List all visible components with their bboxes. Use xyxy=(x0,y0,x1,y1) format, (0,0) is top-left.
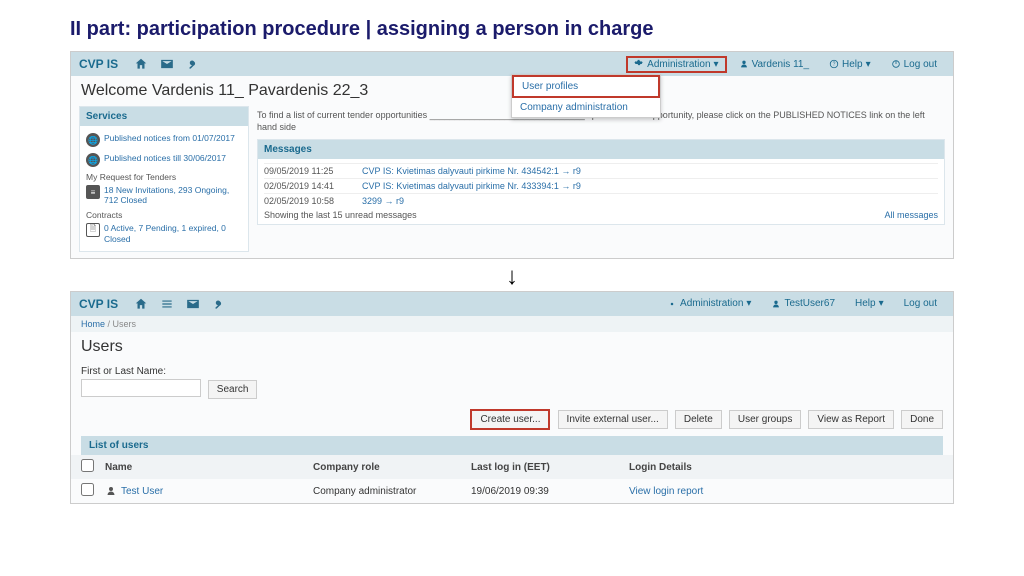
help-link[interactable]: Help▾ xyxy=(847,296,892,311)
request-tenders-heading: My Request for Tenders xyxy=(86,172,242,182)
message-row[interactable]: 02/05/2019 10:583299 → r9 xyxy=(264,193,938,208)
all-messages-link[interactable]: All messages xyxy=(884,210,938,220)
user-link[interactable]: Vardenis 11_ xyxy=(731,57,817,72)
svg-text:?: ? xyxy=(833,62,836,68)
message-row[interactable]: 09/05/2019 11:25CVP IS: Kvietimas dalyva… xyxy=(264,163,938,178)
search-input[interactable] xyxy=(81,379,201,397)
invite-external-user-button[interactable]: Invite external user... xyxy=(558,410,668,429)
logout-link[interactable]: Log out xyxy=(896,296,945,311)
search-button[interactable]: Search xyxy=(208,380,258,399)
published-notices-link-1[interactable]: Published notices from 01/07/2017 xyxy=(104,133,235,143)
brand-logo: CVP IS xyxy=(79,57,126,71)
key-icon[interactable] xyxy=(182,55,204,73)
mail-icon[interactable] xyxy=(156,55,178,73)
delete-button[interactable]: Delete xyxy=(675,410,722,429)
action-buttons: Create user... Invite external user... D… xyxy=(71,403,953,436)
published-notices-link-2[interactable]: Published notices till 30/06/2017 xyxy=(104,153,226,163)
arrow-down-icon: ↓ xyxy=(70,263,954,291)
app-screenshot-2: CVP IS Administration▾ TestUser67 Help▾ … xyxy=(70,291,954,505)
contracts-link[interactable]: 0 Active, 7 Pending, 1 expired, 0 Closed xyxy=(104,223,242,243)
list-of-users-title: List of users xyxy=(81,436,943,455)
search-area: First or Last Name: Search xyxy=(71,362,953,404)
message-row[interactable]: 02/05/2019 14:41CVP IS: Kvietimas dalyva… xyxy=(264,178,938,193)
contracts-heading: Contracts xyxy=(86,210,242,220)
col-name[interactable]: Name xyxy=(105,462,305,473)
admin-menu[interactable]: Administration▾ xyxy=(626,56,726,73)
messages-title: Messages xyxy=(258,140,944,159)
create-user-button[interactable]: Create user... xyxy=(470,409,550,430)
home-icon[interactable] xyxy=(130,295,152,313)
table-header: Name Company role Last log in (EET) Logi… xyxy=(71,455,953,479)
admin-dropdown: User profiles Company administration xyxy=(511,74,661,118)
login-report-link[interactable]: View login report xyxy=(629,486,943,497)
user-icon xyxy=(105,485,117,497)
search-label: First or Last Name: xyxy=(81,366,943,377)
select-all-checkbox[interactable] xyxy=(81,459,94,472)
view-report-button[interactable]: View as Report xyxy=(808,410,894,429)
breadcrumb: Home / Users xyxy=(71,316,953,332)
slide-title: II part: participation procedure | assig… xyxy=(0,0,1024,51)
services-title: Services xyxy=(80,107,248,126)
user-role: Company administrator xyxy=(313,486,463,497)
breadcrumb-home[interactable]: Home xyxy=(81,319,105,329)
mail-icon[interactable] xyxy=(182,295,204,313)
page-title: Users xyxy=(71,332,953,362)
dropdown-user-profiles[interactable]: User profiles xyxy=(512,75,660,98)
document-icon: 🗎 xyxy=(86,223,100,237)
topbar: CVP IS Administration▾ Vardenis 11_ ?Hel… xyxy=(71,52,953,76)
messages-footer-text: Showing the last 15 unread messages xyxy=(264,210,417,220)
help-link[interactable]: ?Help▾ xyxy=(821,57,879,72)
app-screenshot-1: CVP IS Administration▾ Vardenis 11_ ?Hel… xyxy=(70,51,954,259)
slide-body: CVP IS Administration▾ Vardenis 11_ ?Hel… xyxy=(0,51,1024,504)
list-icon: ≡ xyxy=(86,185,100,199)
globe-icon: 🌐 xyxy=(86,153,100,167)
user-link[interactable]: TestUser67 xyxy=(763,296,843,311)
col-last-login[interactable]: Last log in (EET) xyxy=(471,462,621,473)
dropdown-company-admin[interactable]: Company administration xyxy=(512,98,660,117)
home-icon[interactable] xyxy=(130,55,152,73)
user-last-login: 19/06/2019 09:39 xyxy=(471,486,621,497)
table-row: Test User Company administrator 19/06/20… xyxy=(71,479,953,503)
row-checkbox[interactable] xyxy=(81,483,94,496)
messages-panel: Messages 09/05/2019 11:25CVP IS: Kvietim… xyxy=(257,139,945,225)
request-tenders-link[interactable]: 18 New Invitations, 293 Ongoing, 712 Clo… xyxy=(104,185,242,205)
topbar: CVP IS Administration▾ TestUser67 Help▾ … xyxy=(71,292,953,316)
list-icon[interactable] xyxy=(156,295,178,313)
key-icon[interactable] xyxy=(208,295,230,313)
user-name-link[interactable]: Test User xyxy=(121,486,163,497)
services-panel: Services 🌐 Published notices from 01/07/2… xyxy=(79,106,249,252)
done-button[interactable]: Done xyxy=(901,410,943,429)
col-role[interactable]: Company role xyxy=(313,462,463,473)
col-login-details[interactable]: Login Details xyxy=(629,462,943,473)
user-groups-button[interactable]: User groups xyxy=(729,410,801,429)
logout-link[interactable]: Log out xyxy=(883,57,945,72)
admin-menu[interactable]: Administration▾ xyxy=(659,296,759,311)
globe-icon: 🌐 xyxy=(86,133,100,147)
brand-logo: CVP IS xyxy=(79,297,126,311)
